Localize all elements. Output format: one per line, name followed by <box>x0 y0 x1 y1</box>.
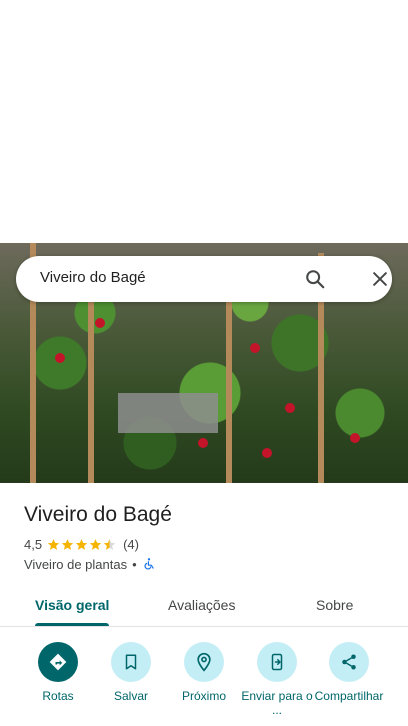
flower <box>198 438 208 448</box>
search-input[interactable]: Viveiro do Bagé <box>40 269 146 286</box>
star-icon <box>75 538 88 550</box>
half-star-icon <box>103 538 116 550</box>
send-label: Enviar para o ... <box>241 689 313 717</box>
search-bar[interactable]: Viveiro do Bagé <box>16 256 392 302</box>
share-icon <box>342 654 356 670</box>
directions-icon-circle[interactable] <box>38 642 78 682</box>
place-category: Viveiro de plantas <box>24 556 128 572</box>
share-label: Compartilhar <box>314 689 384 703</box>
flower <box>262 448 272 458</box>
star-icon <box>47 538 60 550</box>
flower <box>55 353 65 363</box>
flower <box>350 433 360 443</box>
send-icon-circle[interactable] <box>257 642 297 682</box>
directions-button[interactable]: Rotas <box>18 642 98 703</box>
flower <box>95 318 105 328</box>
active-tab-indicator <box>35 623 109 626</box>
rating-value: 4,5 <box>24 536 43 552</box>
star-rating <box>47 538 117 551</box>
nearby-icon <box>197 652 211 672</box>
nearby-button[interactable]: Próximo <box>164 642 244 703</box>
bookmark-icon <box>125 654 137 670</box>
tab-reviews[interactable]: Avaliações <box>168 597 235 613</box>
star-icon <box>89 538 102 550</box>
plant-stake <box>226 283 232 483</box>
nearby-icon-circle[interactable] <box>184 642 224 682</box>
bench <box>118 393 218 433</box>
blank-area <box>0 0 408 243</box>
search-icon[interactable] <box>304 268 326 290</box>
tab-overview[interactable]: Visão geral <box>35 597 109 613</box>
save-button[interactable]: Salvar <box>91 642 171 703</box>
separator: • <box>132 556 137 572</box>
share-button[interactable]: Compartilhar <box>309 642 389 703</box>
save-label: Salvar <box>113 689 148 703</box>
flower <box>285 403 295 413</box>
save-icon-circle[interactable] <box>111 642 151 682</box>
directions-label: Rotas <box>42 689 74 703</box>
review-count[interactable]: (4) <box>123 537 139 552</box>
share-icon-circle[interactable] <box>329 642 369 682</box>
place-title: Viveiro do Bagé <box>24 503 172 526</box>
tab-about[interactable]: Sobre <box>316 597 353 613</box>
nearby-label: Próximo <box>181 689 226 703</box>
flower <box>250 343 260 353</box>
rating-row[interactable]: 4,5 (4) <box>24 536 139 552</box>
wheelchair-icon <box>144 558 154 570</box>
close-icon[interactable] <box>370 269 390 289</box>
send-to-phone-icon <box>271 653 283 671</box>
star-icon <box>61 538 74 550</box>
tab-bar: Visão geral Avaliações Sobre <box>0 583 408 627</box>
directions-icon <box>49 653 67 671</box>
category-row: Viveiro de plantas • <box>24 556 156 572</box>
send-to-phone-button[interactable]: Enviar para o ... <box>237 642 317 717</box>
